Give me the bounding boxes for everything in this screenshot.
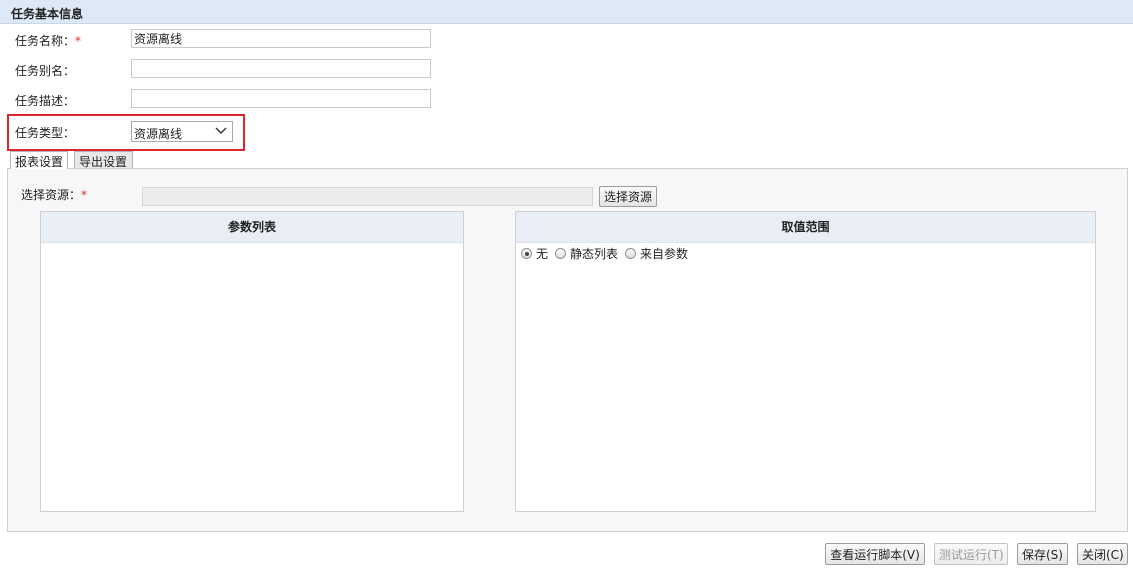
resource-required-mark: * [81, 188, 88, 202]
view-script-button[interactable]: 查看运行脚本(V) [825, 543, 925, 565]
radio-circle-checked[interactable] [521, 248, 532, 259]
param-list-panel: 参数列表 [40, 211, 464, 512]
radio-none[interactable]: 无 [521, 245, 548, 262]
radio-static-list-label: 静态列表 [570, 247, 619, 261]
resource-input[interactable] [142, 187, 593, 206]
resource-label-text: 选择资源： [21, 188, 82, 202]
radio-static-list[interactable]: 静态列表 [555, 245, 618, 262]
radio-from-param-label: 来自参数 [640, 247, 689, 261]
save-button[interactable]: 保存(S) [1017, 543, 1068, 565]
task-type-highlight [7, 114, 245, 151]
section-title: 任务基本信息 [11, 7, 84, 21]
section-header: 任务基本信息 [0, 0, 1133, 24]
required-mark: * [75, 34, 82, 48]
range-radio-group: 无 静态列表 来自参数 [521, 245, 695, 262]
task-alias-label: 任务别名： [15, 64, 76, 78]
report-settings-panel: 选择资源：* 选择资源 参数列表 取值范围 无 静态列表 来自参数 [7, 168, 1128, 532]
task-name-label: 任务名称：* [15, 32, 81, 49]
param-list-header: 参数列表 [41, 212, 463, 243]
radio-circle[interactable] [625, 248, 637, 259]
value-range-panel: 取值范围 无 静态列表 来自参数 [515, 211, 1096, 512]
test-run-button[interactable]: 测试运行(T) [934, 543, 1008, 565]
resource-label: 选择资源：* [21, 186, 87, 203]
radio-from-param[interactable]: 来自参数 [625, 245, 688, 262]
task-desc-label: 任务描述： [15, 94, 76, 108]
task-alias-input[interactable] [131, 59, 431, 78]
select-resource-button[interactable]: 选择资源 [599, 186, 658, 207]
task-name-label-text: 任务名称： [15, 34, 76, 48]
tab-export-settings[interactable]: 导出设置 [74, 151, 133, 169]
task-name-input[interactable] [131, 29, 431, 48]
close-button[interactable]: 关闭(C) [1077, 543, 1128, 565]
tab-report-settings[interactable]: 报表设置 [10, 151, 68, 169]
value-range-header: 取值范围 [516, 212, 1095, 243]
radio-circle[interactable] [555, 248, 567, 259]
radio-none-label: 无 [536, 247, 549, 261]
task-desc-input[interactable] [131, 89, 431, 108]
